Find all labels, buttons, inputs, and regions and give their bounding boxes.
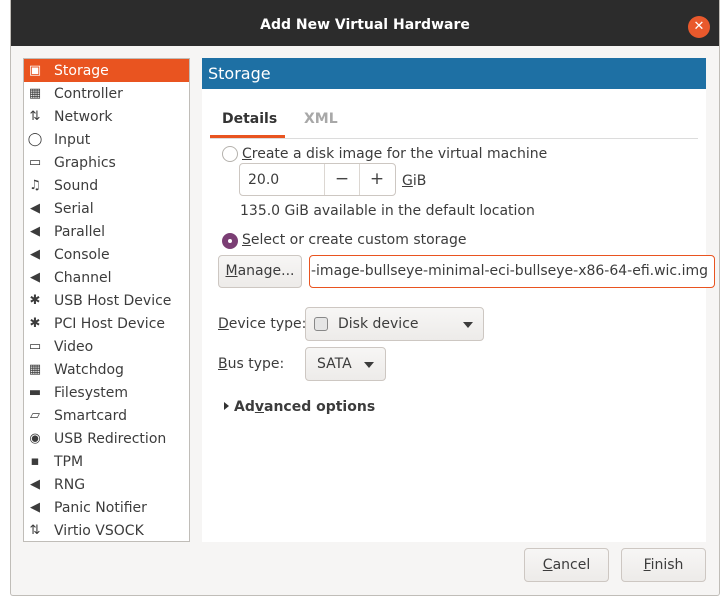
disk-size-value[interactable]: 20.0: [248, 172, 279, 188]
sidebar-item-parallel[interactable]: ◀ Parallel: [24, 220, 189, 243]
sidebar-item-virtio-vsock[interactable]: ⇅ Virtio VSOCK: [24, 519, 189, 542]
device-type-select[interactable]: Disk device: [305, 307, 484, 341]
channel-icon: ◀: [30, 269, 40, 285]
sidebar-item-label: Channel: [54, 269, 112, 286]
sidebar-item-label: RNG: [54, 476, 86, 493]
finish-button[interactable]: Finish: [621, 548, 706, 582]
sidebar-item-pci-host-device[interactable]: ✱ PCI Host Device: [24, 312, 189, 335]
sidebar-item-label: Storage: [54, 62, 109, 79]
usb-host-icon: ✱: [29, 292, 41, 308]
sidebar-item-tpm[interactable]: ▪ TPM: [24, 450, 189, 473]
title-bar: Add New Virtual Hardware ✕: [11, 0, 719, 46]
sidebar-item-usb-redirection[interactable]: ◉ USB Redirection: [24, 427, 189, 450]
sidebar-item-sound[interactable]: ♫ Sound: [24, 174, 189, 197]
sidebar-item-label: Controller: [54, 85, 123, 102]
video-icon: ▭: [28, 338, 42, 354]
panic-notifier-icon: ◀: [30, 499, 40, 515]
increase-size-button[interactable]: +: [359, 164, 394, 195]
bus-type-select[interactable]: SATA: [305, 347, 386, 381]
sidebar-item-label: Panic Notifier: [54, 499, 147, 516]
controller-icon: ▦: [28, 85, 42, 101]
rng-icon: ◀: [30, 476, 40, 492]
custom-storage-radio[interactable]: [222, 233, 238, 249]
decrease-size-button[interactable]: −: [324, 164, 359, 195]
sidebar-item-label: Serial: [54, 200, 94, 217]
cancel-button[interactable]: Cancel: [524, 548, 609, 582]
console-icon: ◀: [30, 246, 40, 262]
sidebar-item-watchdog[interactable]: ▦ Watchdog: [24, 358, 189, 381]
sidebar-item-label: Network: [54, 108, 113, 125]
sidebar-item-network[interactable]: ⇅ Network: [24, 105, 189, 128]
network-icon: ⇅: [29, 108, 41, 124]
create-disk-label[interactable]: Create a disk image for the virtual mach…: [242, 146, 547, 162]
available-space-text: 135.0 GiB available in the default locat…: [240, 203, 535, 219]
sidebar-item-smartcard[interactable]: ▱ Smartcard: [24, 404, 189, 427]
sidebar-item-input[interactable]: ◯ Input: [24, 128, 189, 151]
mouse-icon: ◯: [27, 131, 43, 147]
device-type-value: Disk device: [338, 316, 419, 332]
size-unit-label: GiB: [402, 173, 427, 189]
close-icon[interactable]: ✕: [688, 16, 710, 38]
vsock-icon: ⇅: [29, 522, 41, 538]
bus-type-label: Bus type:: [218, 356, 285, 372]
sidebar-item-label: USB Redirection: [54, 430, 167, 447]
create-disk-radio[interactable]: [222, 146, 238, 162]
sidebar-item-label: Console: [54, 246, 110, 263]
disk-size-spinner[interactable]: 20.0 − +: [239, 163, 396, 196]
storage-path-input[interactable]: /var/lib/libvirt/images/eci-image-bullse…: [309, 255, 715, 288]
tab-details[interactable]: Details: [222, 111, 277, 135]
sidebar-item-usb-host-device[interactable]: ✱ USB Host Device: [24, 289, 189, 312]
sidebar-item-graphics[interactable]: ▭ Graphics: [24, 151, 189, 174]
sidebar-item-label: Input: [54, 131, 91, 148]
monitor-icon: ▭: [28, 154, 42, 170]
sidebar-item-channel[interactable]: ◀ Channel: [24, 266, 189, 289]
custom-storage-label[interactable]: Select or create custom storage: [242, 232, 467, 248]
bus-type-value: SATA: [317, 356, 352, 372]
folder-icon: ▬: [28, 384, 42, 400]
sidebar-item-label: Graphics: [54, 154, 116, 171]
advanced-options-toggle[interactable]: Advanced options: [234, 399, 375, 415]
sidebar-item-filesystem[interactable]: ▬ Filesystem: [24, 381, 189, 404]
storage-panel: Details XML Create a disk image for the …: [202, 89, 715, 542]
window-title: Add New Virtual Hardware: [260, 17, 470, 33]
expander-arrow-icon[interactable]: [224, 402, 229, 410]
sidebar-item-label: Video: [54, 338, 94, 355]
sidebar-item-storage[interactable]: ▣ Storage: [24, 59, 189, 82]
device-type-label: Device type:: [218, 316, 307, 332]
sidebar-item-label: PCI Host Device: [54, 315, 166, 332]
sidebar-item-label: TPM: [54, 453, 84, 470]
tab-divider: [210, 138, 698, 139]
sidebar-item-console[interactable]: ◀ Console: [24, 243, 189, 266]
disk-icon: [314, 317, 328, 331]
smartcard-icon: ▱: [30, 407, 40, 423]
add-hardware-dialog: Add New Virtual Hardware ✕ ▣ Storage ▦ Cont…: [10, 0, 720, 596]
sidebar-item-label: Watchdog: [54, 361, 124, 378]
sidebar-item-label: Parallel: [54, 223, 106, 240]
tpm-icon: ▪: [30, 453, 40, 469]
sidebar-item-label: Filesystem: [54, 384, 129, 401]
tab-xml[interactable]: XML: [304, 111, 338, 135]
sidebar-item-label: USB Host Device: [54, 292, 172, 309]
sidebar-item-label: Smartcard: [54, 407, 128, 424]
sidebar-item-controller[interactable]: ▦ Controller: [24, 82, 189, 105]
parallel-icon: ◀: [30, 223, 40, 239]
page-title: Storage: [202, 58, 706, 89]
sound-icon: ♫: [29, 177, 41, 193]
sidebar-item-video[interactable]: ▭ Video: [24, 335, 189, 358]
sidebar-item-rng[interactable]: ◀ RNG: [24, 473, 189, 496]
sidebar-item-serial[interactable]: ◀ Serial: [24, 197, 189, 220]
sidebar-item-panic-notifier[interactable]: ◀ Panic Notifier: [24, 496, 189, 519]
manage-button[interactable]: Manage...: [218, 255, 302, 288]
watchdog-icon: ▦: [28, 361, 42, 377]
sidebar-item-label: Sound: [54, 177, 99, 194]
usb-redirection-icon: ◉: [29, 430, 41, 446]
hardware-type-list: ▣ Storage ▦ Controller ⇅ Network ◯ Input ▭ Graphi…: [23, 58, 190, 542]
chevron-down-icon: [364, 362, 374, 368]
pci-host-icon: ✱: [29, 315, 41, 331]
serial-icon: ◀: [30, 200, 40, 216]
sidebar-item-label: Virtio VSOCK: [54, 522, 144, 539]
chevron-down-icon: [463, 322, 473, 328]
disk-icon: ▣: [28, 62, 42, 78]
